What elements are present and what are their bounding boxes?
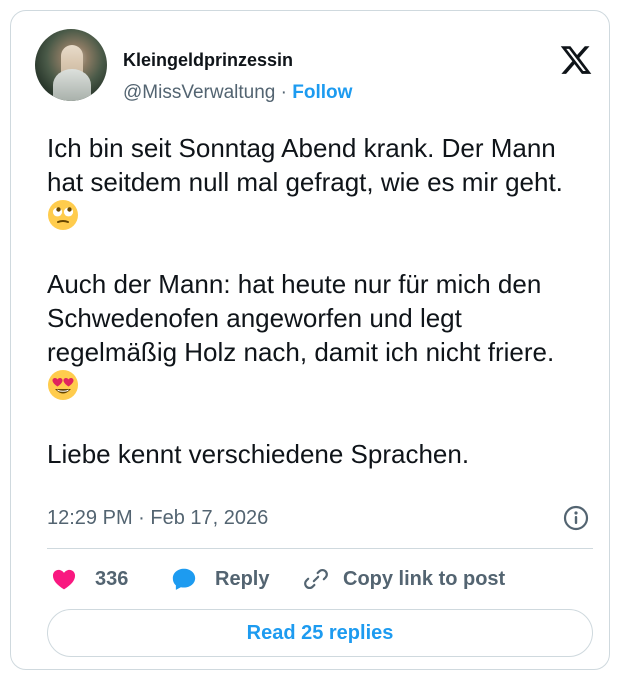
heart-icon: [52, 569, 76, 590]
avatar-dress: [53, 69, 91, 101]
smiling-face-with-heart-eyes-emoji-icon: [48, 370, 78, 400]
tweet-paragraph-1: Ich bin seit Sonntag Abend krank. Der Ma…: [47, 133, 563, 197]
display-name[interactable]: Kleingeldprinzessin: [123, 49, 293, 71]
reply-button[interactable]: Reply: [171, 565, 269, 593]
follow-button[interactable]: Follow: [292, 82, 352, 103]
handle-separator: ·: [275, 82, 293, 103]
handle-row: @MissVerwaltung · Follow: [123, 81, 352, 105]
x-logo-icon[interactable]: [559, 43, 593, 77]
tweet-text: Ich bin seit Sonntag Abend krank. Der Ma…: [47, 131, 592, 471]
copy-link-label: Copy link to post: [343, 567, 506, 590]
timestamp[interactable]: 12:29 PM · Feb 17, 2026: [47, 505, 268, 531]
tweet-paragraph-2: Auch der Mann: hat heute nur für mich de…: [47, 269, 555, 367]
reply-label: Reply: [215, 567, 270, 590]
copy-link-button[interactable]: Copy link to post: [303, 565, 505, 593]
divider: [47, 548, 593, 549]
handle[interactable]: @MissVerwaltung: [123, 82, 275, 103]
avatar[interactable]: [35, 29, 107, 101]
tweet-paragraph-3: Liebe kennt verschiedene Sprachen.: [47, 439, 470, 469]
like-count: 336: [95, 567, 129, 590]
info-icon[interactable]: [563, 505, 589, 531]
read-replies-button[interactable]: Read 25 replies: [47, 609, 593, 657]
reply-bubble-icon: [172, 568, 196, 590]
face-with-rolling-eyes-emoji-icon: [48, 200, 78, 230]
link-icon: [304, 568, 328, 590]
tweet-card: Kleingeldprinzessin @MissVerwaltung · Fo…: [10, 10, 610, 670]
like-button[interactable]: 336: [51, 565, 128, 593]
